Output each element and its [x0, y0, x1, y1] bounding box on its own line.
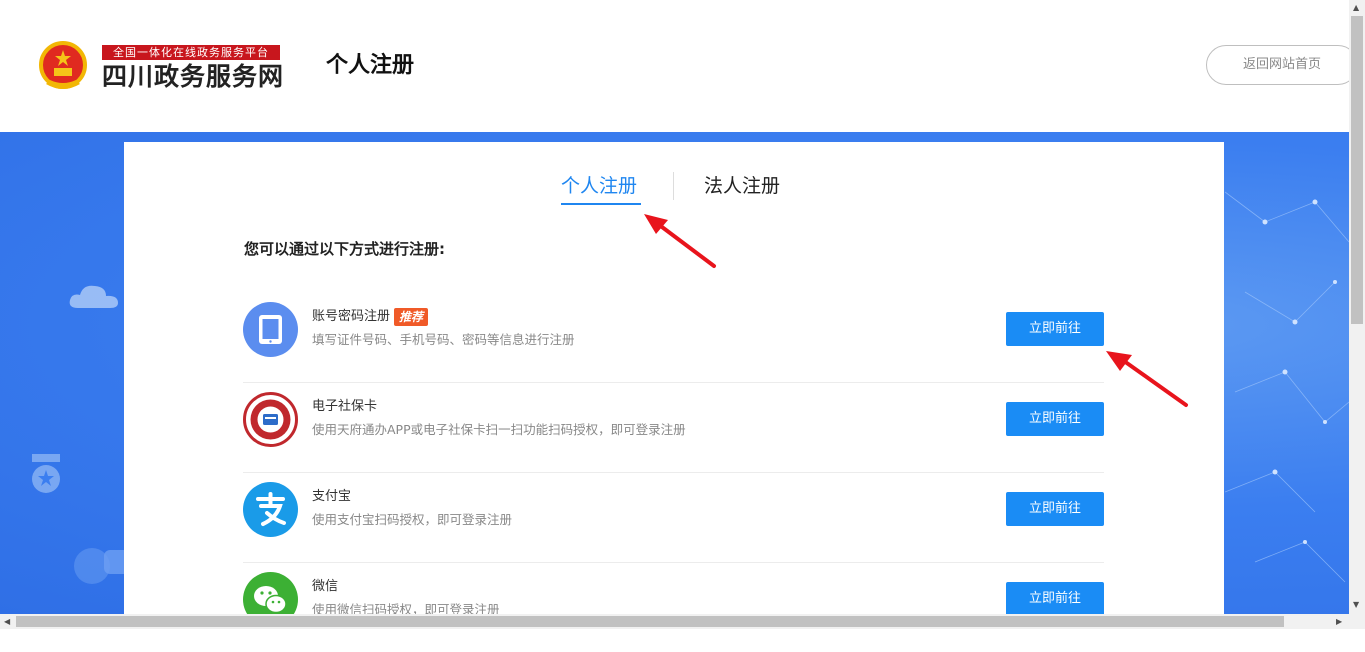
- scroll-left-arrow-icon[interactable]: ◀: [4, 617, 10, 627]
- return-home-button[interactable]: 返回网站首页: [1206, 45, 1358, 85]
- tab-legal-person-registration[interactable]: 法人注册: [704, 174, 780, 198]
- active-tab-underline: [561, 203, 641, 205]
- scroll-right-arrow-icon[interactable]: ▶: [1336, 617, 1342, 627]
- national-emblem-icon: [39, 41, 87, 89]
- scroll-up-arrow-icon[interactable]: ▲: [1353, 3, 1359, 13]
- vertical-scrollbar-thumb[interactable]: [1351, 16, 1363, 324]
- brand-name: 四川政务服务网: [102, 62, 285, 91]
- go-wechat-button[interactable]: 立即前往: [1006, 582, 1104, 616]
- method-title: 电子社保卡: [312, 399, 378, 414]
- tablet-icon: [243, 302, 298, 357]
- recommended-badge: 推荐: [394, 308, 429, 326]
- method-row-social-security: 电子社保卡 使用天府通办APP或电子社保卡扫一扫功能扫码授权，即可登录注册 立即…: [243, 382, 1104, 473]
- method-description: 填写证件号码、手机号码、密码等信息进行注册: [312, 332, 575, 347]
- horizontal-scrollbar-thumb[interactable]: [16, 616, 1284, 627]
- social-security-card-icon: [243, 392, 298, 447]
- method-row-account: 账号密码注册 推荐 填写证件号码、手机号码、密码等信息进行注册 立即前往: [243, 292, 1104, 383]
- go-account-registration-button[interactable]: 立即前往: [1006, 312, 1104, 346]
- page-title: 个人注册: [326, 53, 415, 78]
- method-title: 支付宝: [312, 489, 352, 504]
- network-pattern: [1225, 191, 1349, 583]
- registration-tabs: 个人注册 法人注册: [124, 142, 1224, 212]
- medal-icon: [32, 454, 60, 493]
- go-social-security-button[interactable]: 立即前往: [1006, 402, 1104, 436]
- scroll-down-arrow-icon[interactable]: ▼: [1353, 600, 1359, 610]
- cloud-icon: [69, 285, 118, 308]
- chat-bubble-icon: [74, 548, 130, 584]
- registration-card: 个人注册 法人注册 您可以通过以下方式进行注册: 账号密码注册 推荐 填写证件号码…: [124, 142, 1224, 627]
- brand-tagline: 全国一体化在线政务服务平台: [102, 45, 280, 60]
- alipay-icon: [243, 482, 298, 537]
- method-description: 使用支付宝扫码授权，即可登录注册: [312, 512, 513, 527]
- tab-personal-registration[interactable]: 个人注册: [561, 174, 637, 198]
- method-title-text: 账号密码注册: [312, 309, 391, 324]
- tab-divider: [673, 172, 674, 200]
- method-row-alipay: 支付宝 使用支付宝扫码授权，即可登录注册 立即前往: [243, 472, 1104, 563]
- go-alipay-button[interactable]: 立即前往: [1006, 492, 1104, 526]
- method-description: 使用天府通办APP或电子社保卡扫一扫功能扫码授权，即可登录注册: [312, 422, 686, 437]
- method-row-wechat: 微信 使用微信扫码授权，即可登录注册 立即前往: [243, 562, 1104, 652]
- registration-intro: 您可以通过以下方式进行注册:: [244, 240, 445, 258]
- method-title: 微信: [312, 579, 339, 594]
- method-title: 账号密码注册 推荐: [312, 308, 429, 326]
- page-header: 全国一体化在线政务服务平台 四川政务服务网 个人注册 返回网站首页: [0, 0, 1358, 132]
